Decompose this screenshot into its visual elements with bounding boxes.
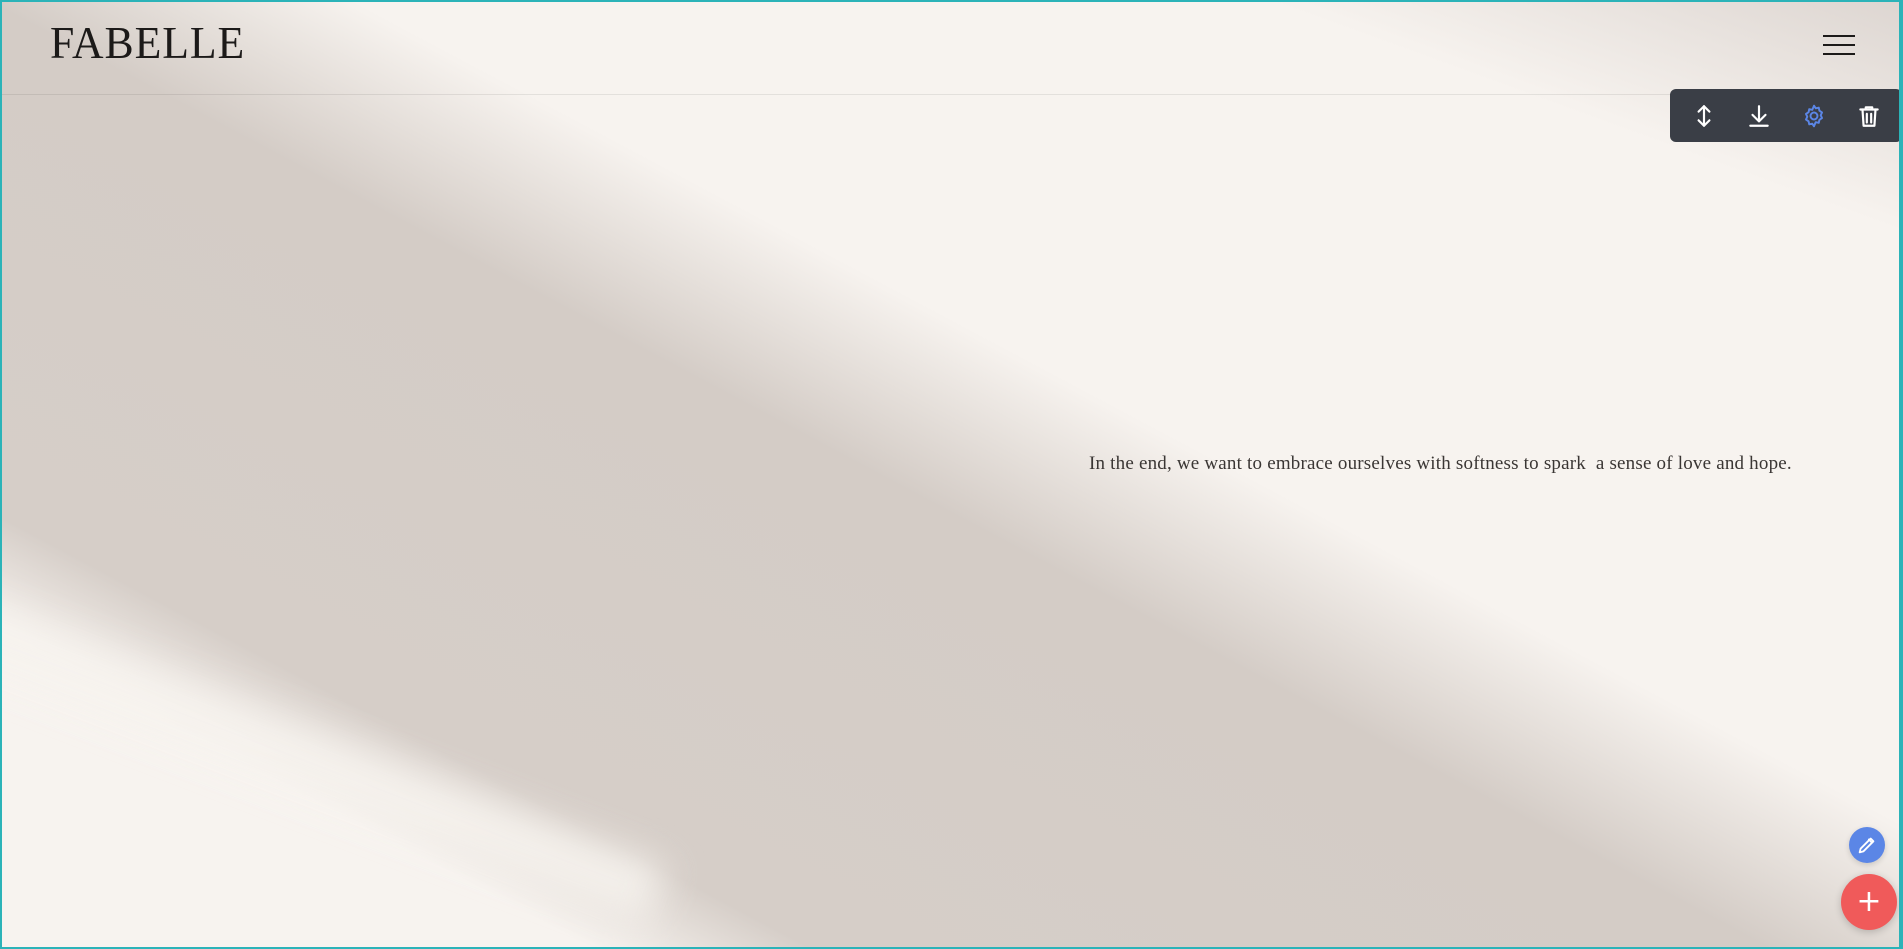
menu-icon-bar	[1823, 53, 1855, 55]
menu-icon-bar	[1823, 35, 1855, 37]
menu-icon[interactable]	[1823, 35, 1855, 55]
plus-icon: +	[1856, 884, 1882, 919]
pencil-icon	[1858, 837, 1875, 854]
gear-icon[interactable]	[1794, 96, 1834, 136]
edit-fab-button[interactable]	[1849, 827, 1885, 863]
hero-quote: In the end, we want to embrace ourselves…	[1089, 453, 1792, 474]
page-frame: FABELLE In the end, we want to embrace o…	[0, 0, 1903, 949]
trash-icon[interactable]	[1849, 96, 1889, 136]
section-toolbar	[1670, 89, 1899, 142]
resize-vertical-icon[interactable]	[1684, 96, 1724, 136]
site-header: FABELLE	[2, 2, 1899, 95]
add-fab-button[interactable]: +	[1841, 874, 1897, 930]
site-logo[interactable]: FABELLE	[50, 16, 245, 69]
menu-icon-bar	[1823, 44, 1855, 46]
download-icon[interactable]	[1739, 96, 1779, 136]
